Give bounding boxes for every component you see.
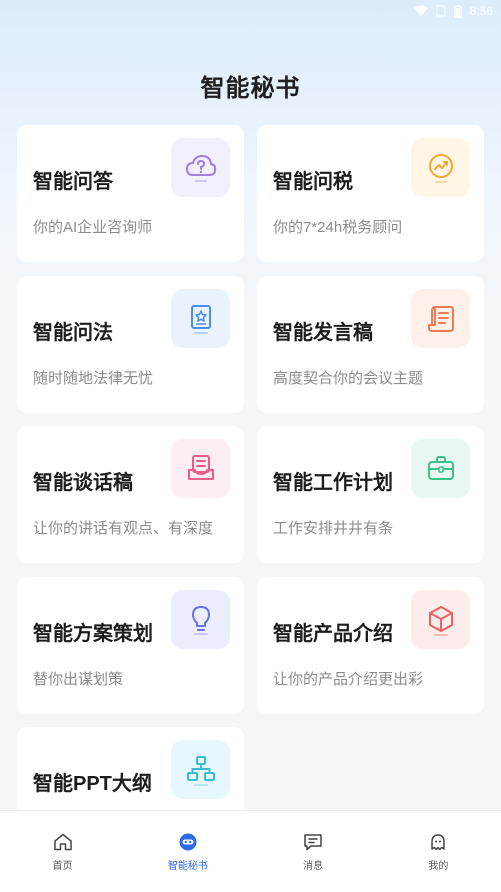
card-title: 智能谈话稿 [33,472,133,494]
tab-messages[interactable]: 消息 [251,811,376,892]
page-title: 智能秘书 [200,75,301,102]
briefcase-icon [411,439,470,498]
card-subtitle: 随时随地法律无忧 [33,370,154,387]
status-time: 8:56 [469,4,493,18]
card-subtitle: 高度契合你的会议主题 [273,370,424,387]
card-title: 智能工作计划 [273,472,393,494]
tab-profile[interactable]: 我的 [376,811,501,892]
card-subtitle: 你的7*24h税务顾问 [273,219,403,236]
robot-icon [178,833,198,856]
card-smart-workplan[interactable]: 智能工作计划 工作安排井井有条 [257,426,484,563]
tab-label: 首页 [52,861,73,872]
card-smart-speech[interactable]: 智能发言稿 高度契合你的会议主题 [257,276,484,413]
tab-label: 智能秘书 [167,861,208,872]
tab-home[interactable]: 首页 [0,811,125,892]
card-title: 智能PPT大纲 [33,773,152,795]
card-title: 智能发言稿 [273,322,373,344]
chart-circle-icon [411,138,470,197]
card-title: 智能问答 [33,171,113,193]
org-chart-icon [171,740,230,799]
card-subtitle: 让你的产品介绍更出彩 [273,671,424,688]
card-subtitle: 工作安排井井有条 [273,520,394,537]
sim-icon [436,5,446,17]
card-smart-qa[interactable]: 智能问答 你的AI企业咨询师 [17,125,244,262]
card-title: 智能问税 [273,171,353,193]
tab-label: 消息 [303,861,324,872]
cloud-question-icon [171,138,230,197]
card-smart-tax[interactable]: 智能问税 你的7*24h税务顾问 [257,125,484,262]
wifi-icon [413,5,428,17]
home-icon [53,833,73,856]
card-subtitle: 替你出谋划策 [33,671,124,688]
law-book-icon [171,289,230,348]
bottom-tab-bar: 首页 智能秘书 消息 我的 [0,810,501,892]
cube-icon [411,590,470,649]
card-smart-product[interactable]: 智能产品介绍 让你的产品介绍更出彩 [257,577,484,714]
message-icon [303,833,323,856]
card-title: 智能产品介绍 [273,623,393,645]
tab-label: 我的 [428,861,449,872]
card-smart-law[interactable]: 智能问法 随时随地法律无忧 [17,276,244,413]
card-smart-planning[interactable]: 智能方案策划 替你出谋划策 [17,577,244,714]
status-bar: 8:56 [0,0,501,22]
battery-icon [453,4,462,18]
card-subtitle: 你的AI企业咨询师 [33,219,153,236]
card-title: 智能方案策划 [33,623,153,645]
card-title: 智能问法 [33,322,113,344]
tab-smart-secretary[interactable]: 智能秘书 [125,811,250,892]
inbox-doc-icon [171,439,230,498]
profile-icon [428,833,448,856]
lightbulb-icon [171,590,230,649]
scroll-icon [411,289,470,348]
card-smart-talk[interactable]: 智能谈话稿 让你的讲话有观点、有深度 [17,426,244,563]
card-subtitle: 让你的讲话有观点、有深度 [33,520,214,537]
